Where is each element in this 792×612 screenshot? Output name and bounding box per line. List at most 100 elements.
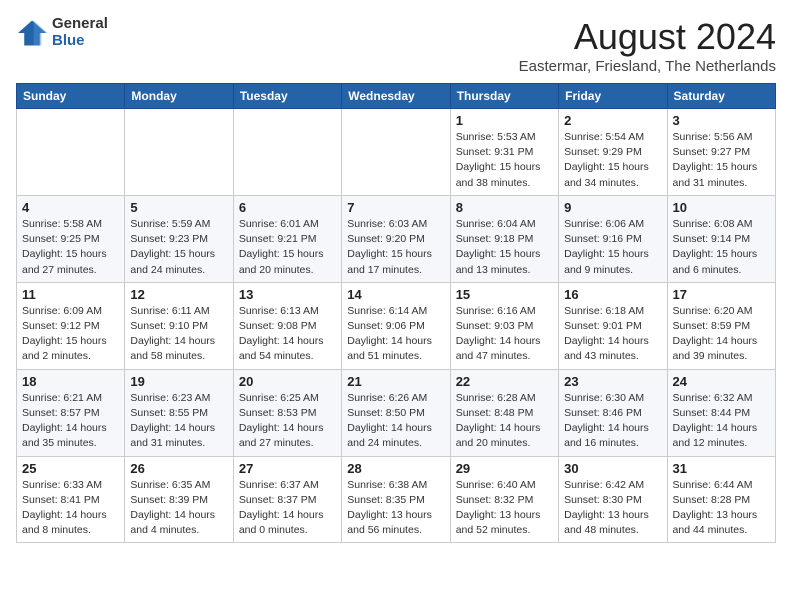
calendar-cell: 12Sunrise: 6:11 AM Sunset: 9:10 PM Dayli… (125, 282, 233, 369)
calendar-cell: 24 Sunrise: 6:32 AM Sunset: 8:44 PM Dayli… (667, 369, 775, 456)
day-detail: Sunrise: 6:09 AM Sunset: 9:12 PM Dayligh… (22, 304, 119, 365)
day-number: 4 (22, 200, 119, 215)
calendar-table: SundayMondayTuesdayWednesdayThursdayFrid… (16, 83, 776, 543)
logo-text: General Blue (52, 16, 108, 49)
calendar-cell: 27Sunrise: 6:37 AM Sunset: 8:37 PM Dayli… (233, 456, 341, 543)
day-detail: Sunrise: 6:04 AM Sunset: 9:18 PM Dayligh… (456, 217, 553, 278)
day-number: 30 (564, 461, 661, 476)
calendar-cell: 7 Sunrise: 6:03 AM Sunset: 9:20 PM Daylig… (342, 195, 450, 282)
day-number: 24 (673, 374, 770, 389)
calendar-cell: 11 Sunrise: 6:09 AM Sunset: 9:12 PM Dayli… (17, 282, 125, 369)
day-number: 28 (347, 461, 444, 476)
logo-blue: Blue (52, 33, 108, 50)
calendar-cell: 18 Sunrise: 6:21 AM Sunset: 8:57 PM Dayli… (17, 369, 125, 456)
day-number: 3 (673, 113, 770, 128)
day-number: 9 (564, 200, 661, 215)
day-number: 22 (456, 374, 553, 389)
day-detail: Sunrise: 6:08 AM Sunset: 9:14 PM Dayligh… (673, 217, 770, 278)
calendar-cell: 9Sunrise: 6:06 AM Sunset: 9:16 PM Daylig… (559, 195, 667, 282)
calendar-cell: 26Sunrise: 6:35 AM Sunset: 8:39 PM Dayli… (125, 456, 233, 543)
day-number: 14 (347, 287, 444, 302)
day-detail: Sunrise: 6:20 AM Sunset: 8:59 PM Dayligh… (673, 304, 770, 365)
calendar-cell: 31Sunrise: 6:44 AM Sunset: 8:28 PM Dayli… (667, 456, 775, 543)
calendar-cell: 22 Sunrise: 6:28 AM Sunset: 8:48 PM Dayli… (450, 369, 558, 456)
day-detail: Sunrise: 5:58 AM Sunset: 9:25 PM Dayligh… (22, 217, 119, 278)
header-monday: Monday (125, 84, 233, 109)
day-number: 17 (673, 287, 770, 302)
day-number: 2 (564, 113, 661, 128)
calendar-cell: 29 Sunrise: 6:40 AM Sunset: 8:32 PM Dayli… (450, 456, 558, 543)
week-row-3: 11 Sunrise: 6:09 AM Sunset: 9:12 PM Dayli… (17, 282, 776, 369)
header-thursday: Thursday (450, 84, 558, 109)
day-number: 7 (347, 200, 444, 215)
day-detail: Sunrise: 6:33 AM Sunset: 8:41 PM Dayligh… (22, 478, 119, 539)
page-header: General Blue August 2024 Eastermar, Frie… (16, 16, 776, 75)
day-detail: Sunrise: 6:25 AM Sunset: 8:53 PM Dayligh… (239, 391, 336, 452)
day-number: 29 (456, 461, 553, 476)
day-detail: Sunrise: 6:16 AM Sunset: 9:03 PM Dayligh… (456, 304, 553, 365)
day-number: 13 (239, 287, 336, 302)
day-detail: Sunrise: 6:26 AM Sunset: 8:50 PM Dayligh… (347, 391, 444, 452)
day-detail: Sunrise: 6:23 AM Sunset: 8:55 PM Dayligh… (130, 391, 227, 452)
week-row-1: 1Sunrise: 5:53 AM Sunset: 9:31 PM Daylig… (17, 109, 776, 196)
week-row-5: 25 Sunrise: 6:33 AM Sunset: 8:41 PM Dayli… (17, 456, 776, 543)
day-detail: Sunrise: 5:53 AM Sunset: 9:31 PM Dayligh… (456, 130, 553, 191)
calendar-cell: 8 Sunrise: 6:04 AM Sunset: 9:18 PM Daylig… (450, 195, 558, 282)
calendar-cell (342, 109, 450, 196)
day-detail: Sunrise: 6:38 AM Sunset: 8:35 PM Dayligh… (347, 478, 444, 539)
day-number: 26 (130, 461, 227, 476)
day-detail: Sunrise: 5:56 AM Sunset: 9:27 PM Dayligh… (673, 130, 770, 191)
calendar-cell: 3 Sunrise: 5:56 AM Sunset: 9:27 PM Daylig… (667, 109, 775, 196)
calendar-cell: 30 Sunrise: 6:42 AM Sunset: 8:30 PM Dayli… (559, 456, 667, 543)
calendar-header: SundayMondayTuesdayWednesdayThursdayFrid… (17, 84, 776, 109)
day-number: 11 (22, 287, 119, 302)
calendar-cell: 23Sunrise: 6:30 AM Sunset: 8:46 PM Dayli… (559, 369, 667, 456)
calendar-cell: 4 Sunrise: 5:58 AM Sunset: 9:25 PM Daylig… (17, 195, 125, 282)
month-year-title: August 2024 (519, 16, 776, 58)
day-detail: Sunrise: 6:03 AM Sunset: 9:20 PM Dayligh… (347, 217, 444, 278)
calendar-cell: 15 Sunrise: 6:16 AM Sunset: 9:03 PM Dayli… (450, 282, 558, 369)
calendar-cell: 20Sunrise: 6:25 AM Sunset: 8:53 PM Dayli… (233, 369, 341, 456)
day-detail: Sunrise: 6:42 AM Sunset: 8:30 PM Dayligh… (564, 478, 661, 539)
title-area: August 2024 Eastermar, Friesland, The Ne… (519, 16, 776, 75)
day-detail: Sunrise: 6:01 AM Sunset: 9:21 PM Dayligh… (239, 217, 336, 278)
day-detail: Sunrise: 6:32 AM Sunset: 8:44 PM Dayligh… (673, 391, 770, 452)
day-number: 8 (456, 200, 553, 215)
day-detail: Sunrise: 6:18 AM Sunset: 9:01 PM Dayligh… (564, 304, 661, 365)
week-row-2: 4 Sunrise: 5:58 AM Sunset: 9:25 PM Daylig… (17, 195, 776, 282)
header-tuesday: Tuesday (233, 84, 341, 109)
day-number: 25 (22, 461, 119, 476)
calendar-cell: 2Sunrise: 5:54 AM Sunset: 9:29 PM Daylig… (559, 109, 667, 196)
logo-icon (16, 19, 48, 47)
day-detail: Sunrise: 6:14 AM Sunset: 9:06 PM Dayligh… (347, 304, 444, 365)
day-detail: Sunrise: 6:21 AM Sunset: 8:57 PM Dayligh… (22, 391, 119, 452)
calendar-cell: 6 Sunrise: 6:01 AM Sunset: 9:21 PM Daylig… (233, 195, 341, 282)
day-number: 5 (130, 200, 227, 215)
day-detail: Sunrise: 6:44 AM Sunset: 8:28 PM Dayligh… (673, 478, 770, 539)
header-saturday: Saturday (667, 84, 775, 109)
day-number: 18 (22, 374, 119, 389)
calendar-cell (125, 109, 233, 196)
calendar-cell: 13 Sunrise: 6:13 AM Sunset: 9:08 PM Dayli… (233, 282, 341, 369)
day-detail: Sunrise: 6:13 AM Sunset: 9:08 PM Dayligh… (239, 304, 336, 365)
day-number: 21 (347, 374, 444, 389)
calendar-cell: 25 Sunrise: 6:33 AM Sunset: 8:41 PM Dayli… (17, 456, 125, 543)
calendar-cell: 1Sunrise: 5:53 AM Sunset: 9:31 PM Daylig… (450, 109, 558, 196)
day-detail: Sunrise: 6:37 AM Sunset: 8:37 PM Dayligh… (239, 478, 336, 539)
day-detail: Sunrise: 6:28 AM Sunset: 8:48 PM Dayligh… (456, 391, 553, 452)
calendar-cell: 16 Sunrise: 6:18 AM Sunset: 9:01 PM Dayli… (559, 282, 667, 369)
logo-general: General (52, 16, 108, 33)
calendar-cell: 10Sunrise: 6:08 AM Sunset: 9:14 PM Dayli… (667, 195, 775, 282)
calendar-cell: 5Sunrise: 5:59 AM Sunset: 9:23 PM Daylig… (125, 195, 233, 282)
calendar-cell: 14 Sunrise: 6:14 AM Sunset: 9:06 PM Dayli… (342, 282, 450, 369)
header-row: SundayMondayTuesdayWednesdayThursdayFrid… (17, 84, 776, 109)
location-subtitle: Eastermar, Friesland, The Netherlands (519, 58, 776, 75)
day-number: 6 (239, 200, 336, 215)
day-detail: Sunrise: 6:40 AM Sunset: 8:32 PM Dayligh… (456, 478, 553, 539)
day-number: 19 (130, 374, 227, 389)
day-number: 16 (564, 287, 661, 302)
calendar-cell: 17 Sunrise: 6:20 AM Sunset: 8:59 PM Dayli… (667, 282, 775, 369)
calendar-cell: 21 Sunrise: 6:26 AM Sunset: 8:50 PM Dayli… (342, 369, 450, 456)
day-number: 15 (456, 287, 553, 302)
day-detail: Sunrise: 6:11 AM Sunset: 9:10 PM Dayligh… (130, 304, 227, 365)
